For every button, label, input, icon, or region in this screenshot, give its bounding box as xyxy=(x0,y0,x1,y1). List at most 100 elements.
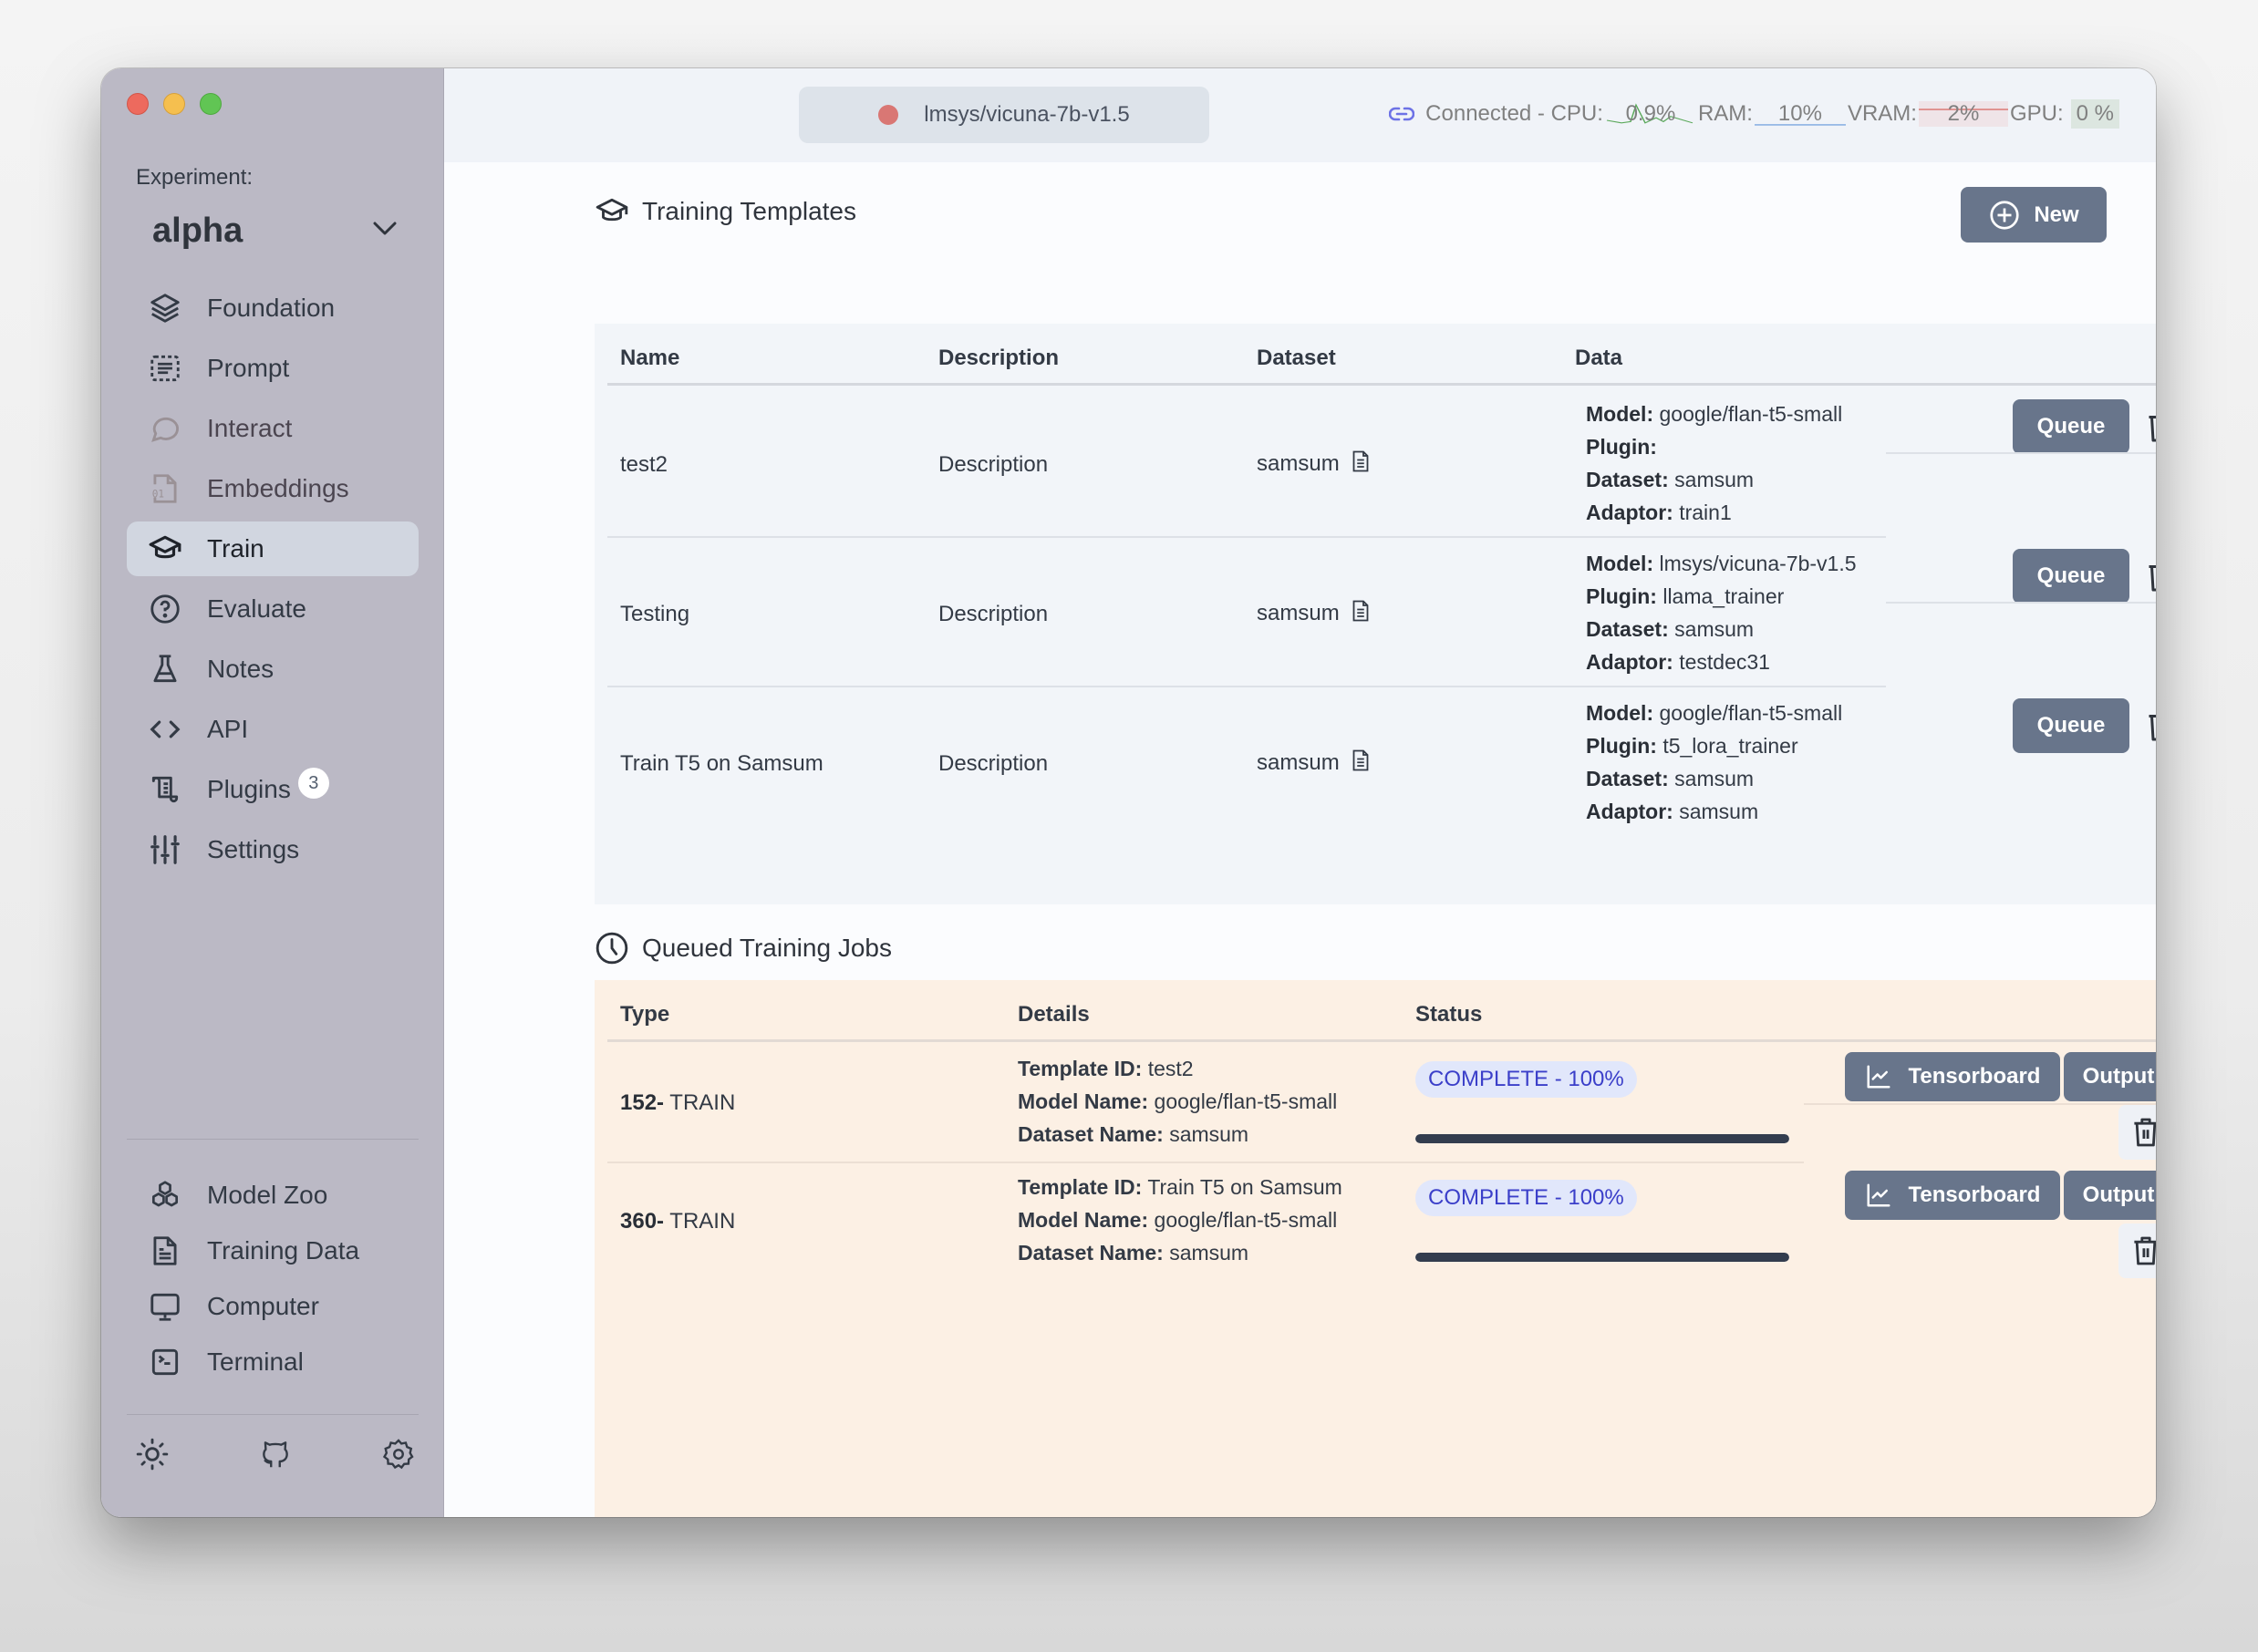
ram-label: RAM: xyxy=(1697,101,1753,126)
gear-icon[interactable] xyxy=(380,1436,417,1472)
row-divider xyxy=(1804,1103,2156,1105)
file-text-icon xyxy=(147,1233,183,1269)
sidebar-item-model-zoo[interactable]: Model Zoo xyxy=(127,1170,419,1221)
sidebar-item-training-data[interactable]: Training Data xyxy=(127,1225,419,1276)
scroll-icon xyxy=(147,771,183,808)
model-value: google/flan-t5-small xyxy=(1154,1089,1338,1113)
template-label: Template ID: xyxy=(1018,1057,1143,1080)
file-icon[interactable] xyxy=(1352,600,1369,622)
dataset-value: samsum xyxy=(1674,617,1755,641)
progress-fill xyxy=(1415,1253,1789,1262)
sidebar-item-api[interactable]: API xyxy=(127,702,419,757)
sidebar-item-plugins[interactable]: Plugins 3 xyxy=(127,762,419,817)
output-button[interactable]: Output xyxy=(2064,1052,2156,1101)
plugin-label: Plugin: xyxy=(1586,584,1657,608)
model-label: Model: xyxy=(1586,701,1654,725)
queue-button[interactable]: Queue xyxy=(2013,698,2129,753)
zoom-window-button[interactable] xyxy=(200,93,222,115)
file-icon[interactable] xyxy=(1352,749,1369,771)
plugin-value: t5_lora_trainer xyxy=(1662,734,1798,758)
queued-jobs-table: Type Details Status 152- TRAIN Template … xyxy=(595,980,2156,1517)
sidebar-item-embeddings[interactable]: 01 Embeddings xyxy=(127,461,419,516)
delete-job-button[interactable] xyxy=(2118,1105,2156,1160)
progress-bar xyxy=(1415,1134,1789,1143)
sidebar-item-terminal[interactable]: Terminal xyxy=(127,1337,419,1388)
output-button[interactable]: Output xyxy=(2064,1171,2156,1220)
chevron-down-icon xyxy=(371,220,399,243)
template-description: Description xyxy=(938,751,1049,776)
window-controls xyxy=(127,93,222,115)
status-badge: COMPLETE - 100% xyxy=(1415,1061,1637,1098)
sidebar-item-notes[interactable]: Notes xyxy=(127,642,419,697)
column-header-data: Data xyxy=(1575,346,1623,370)
table-row: Train T5 on Samsum Description samsum Mo… xyxy=(607,687,2156,837)
help-circle-icon xyxy=(147,591,183,627)
current-model-selector[interactable]: lmsys/vicuna-7b-v1.5 xyxy=(799,87,1209,143)
file-icon[interactable] xyxy=(1352,450,1369,472)
experiment-select[interactable]: alpha xyxy=(152,205,399,256)
sidebar-item-interact[interactable]: Interact xyxy=(127,401,419,456)
binary-file-icon: 01 xyxy=(147,470,183,507)
progress-bar xyxy=(1415,1253,1789,1262)
queue-button[interactable]: Queue xyxy=(2013,549,2129,604)
dataset-name: samsum xyxy=(1257,451,1340,476)
sidebar-item-settings[interactable]: Settings xyxy=(127,822,419,877)
connection-status: Connected - CPU: 0.9% RAM: 10% VRAM: 2% … xyxy=(1389,96,2121,132)
sun-icon[interactable] xyxy=(134,1436,171,1472)
sidebar-item-label: Notes xyxy=(207,655,274,683)
job-details: Template ID: Train T5 on Samsum Model Na… xyxy=(1018,1171,1342,1269)
vram-metric: 2% xyxy=(1918,101,2008,127)
model-label: Model Name: xyxy=(1018,1208,1149,1232)
trash-icon xyxy=(2149,712,2156,741)
main-content: Training Templates New Name Description … xyxy=(444,162,2156,1517)
sidebar-item-train[interactable]: Train xyxy=(127,521,419,576)
sidebar-item-computer[interactable]: Computer xyxy=(127,1281,419,1332)
queued-jobs-heading: Queued Training Jobs xyxy=(595,931,892,965)
chart-line-icon xyxy=(1867,1183,1890,1207)
dataset-value: samsum xyxy=(1169,1122,1249,1146)
model-value: google/flan-t5-small xyxy=(1659,402,1843,426)
experiment-value: alpha xyxy=(152,211,243,250)
sidebar-item-foundation[interactable]: Foundation xyxy=(127,281,419,336)
graduation-cap-icon xyxy=(147,531,183,567)
column-header-name: Name xyxy=(620,346,680,370)
sidebar-item-prompt[interactable]: Prompt xyxy=(127,341,419,396)
cpu-value: 0.9% xyxy=(1625,101,1676,126)
dataset-value: samsum xyxy=(1169,1241,1249,1265)
tensorboard-button[interactable]: Tensorboard xyxy=(1845,1171,2060,1220)
adaptor-label: Adaptor: xyxy=(1586,800,1673,823)
connection-label: Connected - CPU: xyxy=(1425,101,1603,126)
model-label: Model: xyxy=(1586,552,1654,575)
dataset-label: Dataset Name: xyxy=(1018,1241,1164,1265)
delete-template-button[interactable] xyxy=(2138,700,2156,751)
plus-circle-icon xyxy=(1990,200,2019,230)
new-template-button[interactable]: New xyxy=(1961,187,2107,243)
delete-template-button[interactable] xyxy=(2138,401,2156,452)
sidebar-footer xyxy=(101,1436,444,1472)
table-header: Type Details Status xyxy=(607,980,2156,1042)
close-window-button[interactable] xyxy=(127,93,149,115)
sidebar-item-label: Settings xyxy=(207,835,300,863)
sidebar-item-label: Plugins xyxy=(207,775,291,803)
sidebar-item-evaluate[interactable]: Evaluate xyxy=(127,582,419,636)
flask-icon xyxy=(147,651,183,687)
template-description: Description xyxy=(938,602,1049,626)
dataset-value: samsum xyxy=(1674,767,1755,790)
queue-button[interactable]: Queue xyxy=(2013,399,2129,454)
github-icon[interactable] xyxy=(257,1436,294,1472)
tensorboard-button[interactable]: Tensorboard xyxy=(1845,1052,2060,1101)
sidebar-item-label: Prompt xyxy=(207,354,290,382)
vram-label: VRAM: xyxy=(1847,101,1917,126)
model-status-dot xyxy=(878,105,899,125)
gpu-value: 0 % xyxy=(2076,101,2114,126)
tensorboard-label: Tensorboard xyxy=(1908,1182,2041,1207)
template-name: test2 xyxy=(620,452,668,477)
minimize-window-button[interactable] xyxy=(163,93,185,115)
delete-job-button[interactable] xyxy=(2118,1224,2156,1278)
sidebar-divider xyxy=(127,1139,419,1140)
job-type: 360- TRAIN xyxy=(620,1209,735,1234)
job-details: Template ID: test2 Model Name: google/fl… xyxy=(1018,1052,1337,1151)
training-templates-heading: Training Templates xyxy=(595,197,856,226)
delete-template-button[interactable] xyxy=(2138,551,2156,602)
sidebar: Experiment: alpha Foundation Prompt Inte… xyxy=(101,68,444,1517)
